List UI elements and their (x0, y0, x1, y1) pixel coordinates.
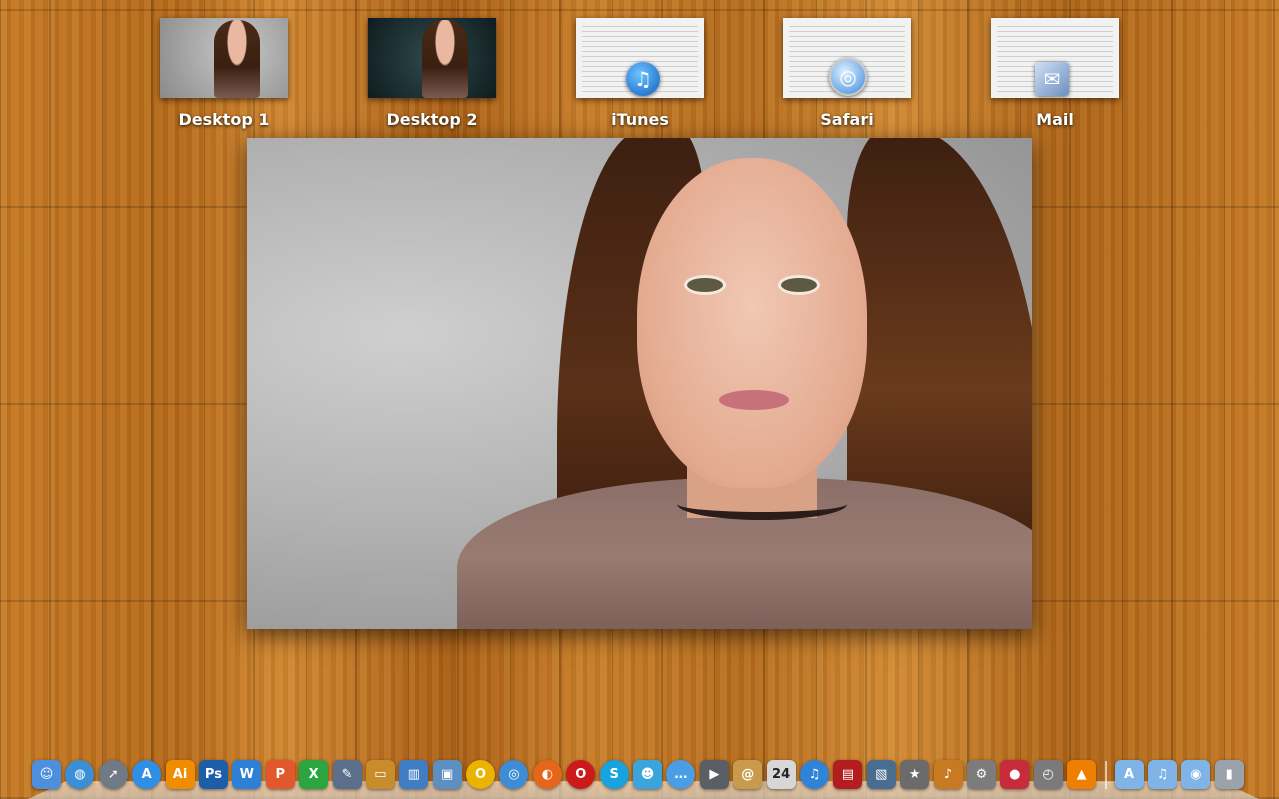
space-mail[interactable]: ✉ Mail (989, 18, 1121, 129)
stamp-icon[interactable]: ● (1000, 760, 1030, 789)
preview-icon[interactable]: ▣ (432, 760, 462, 789)
vlc-icon[interactable]: ▲ (1067, 760, 1097, 789)
keynote-icon[interactable]: ▭ (365, 760, 395, 789)
space-thumbnail: ◎ (783, 18, 911, 98)
portrait-eye (781, 278, 817, 292)
address-book-icon[interactable]: @ (733, 760, 763, 789)
space-desktop-2[interactable]: Desktop 2 (366, 18, 498, 129)
portrait-collar (677, 488, 847, 520)
space-thumbnail (160, 18, 288, 98)
mail-icon: ✉ (1035, 62, 1069, 96)
opera-icon[interactable]: O (566, 760, 596, 789)
garageband-icon[interactable]: ♪ (933, 760, 963, 789)
ring-icon[interactable]: O (466, 760, 496, 789)
space-label: Desktop 1 (178, 110, 270, 129)
space-label: Desktop 2 (386, 110, 478, 129)
portrait-image (422, 20, 468, 98)
space-label: iTunes (611, 110, 669, 129)
launchpad-icon[interactable]: ➚ (98, 760, 128, 789)
imovie-icon[interactable]: ★ (900, 760, 930, 789)
space-thumbnail: ✉ (991, 18, 1119, 98)
chat-icon[interactable]: … (666, 760, 696, 789)
space-itunes[interactable]: ♫ iTunes (574, 18, 706, 129)
contacts-icon[interactable]: ☻ (633, 760, 663, 789)
applications-folder-icon[interactable]: A (1114, 760, 1144, 789)
word-icon[interactable]: W (232, 760, 262, 789)
space-label: Mail (1036, 110, 1074, 129)
portrait-lips (719, 390, 789, 410)
firefox-icon[interactable]: ◐ (532, 760, 562, 789)
excel-icon[interactable]: X (299, 760, 329, 789)
skype-icon[interactable]: S (599, 760, 629, 789)
music-folder-icon[interactable]: ♫ (1147, 760, 1177, 789)
facetime-icon[interactable]: ▶ (699, 760, 729, 789)
calendar-icon[interactable]: 24 (766, 760, 796, 789)
space-thumbnail (368, 18, 496, 98)
space-safari[interactable]: ◎ Safari (781, 18, 913, 129)
time-machine-icon[interactable]: ◴ (1033, 760, 1063, 789)
system-preferences-icon[interactable]: ⚙ (966, 760, 996, 789)
space-thumbnail: ♫ (576, 18, 704, 98)
powerpoint-icon[interactable]: P (265, 760, 295, 789)
pen-icon[interactable]: ✎ (332, 760, 362, 789)
dock-separator (1104, 761, 1107, 789)
finder-icon[interactable]: ☺ (32, 760, 61, 789)
iphoto-icon[interactable]: ▧ (866, 760, 896, 789)
photo-booth-icon[interactable]: ▤ (833, 760, 863, 789)
chart-icon[interactable]: ▥ (399, 760, 429, 789)
safari-icon: ◎ (829, 58, 867, 96)
space-label: Safari (820, 110, 874, 129)
globe-icon[interactable]: ◍ (65, 760, 95, 789)
downloads-folder-icon[interactable]: ◉ (1181, 760, 1211, 789)
compass-icon[interactable]: ◎ (499, 760, 529, 789)
space-desktop-1[interactable]: Desktop 1 (158, 18, 290, 129)
itunes-icon: ♫ (626, 62, 660, 96)
photoshop-icon[interactable]: Ps (198, 760, 228, 789)
itunes-icon[interactable]: ♫ (799, 760, 829, 789)
portrait-face (637, 158, 867, 488)
portrait-eye (687, 278, 723, 292)
portrait-image (214, 20, 260, 98)
illustrator-icon[interactable]: Ai (165, 760, 195, 789)
trash-icon[interactable]: ▮ (1214, 760, 1244, 789)
dock: ☺ ◍ ➚ A Ai Ps W P X ✎ ▭ ▥ ▣ O ◎ ◐ O S ☻… ▶ @24 ♫ ▤ ▧ ★ ♪ ⚙ ● ◴ ▲ A ♫ ◉ ▮ (32, 757, 1262, 789)
app-store-icon[interactable]: A (132, 760, 162, 789)
desktop-preview[interactable] (247, 138, 1032, 629)
